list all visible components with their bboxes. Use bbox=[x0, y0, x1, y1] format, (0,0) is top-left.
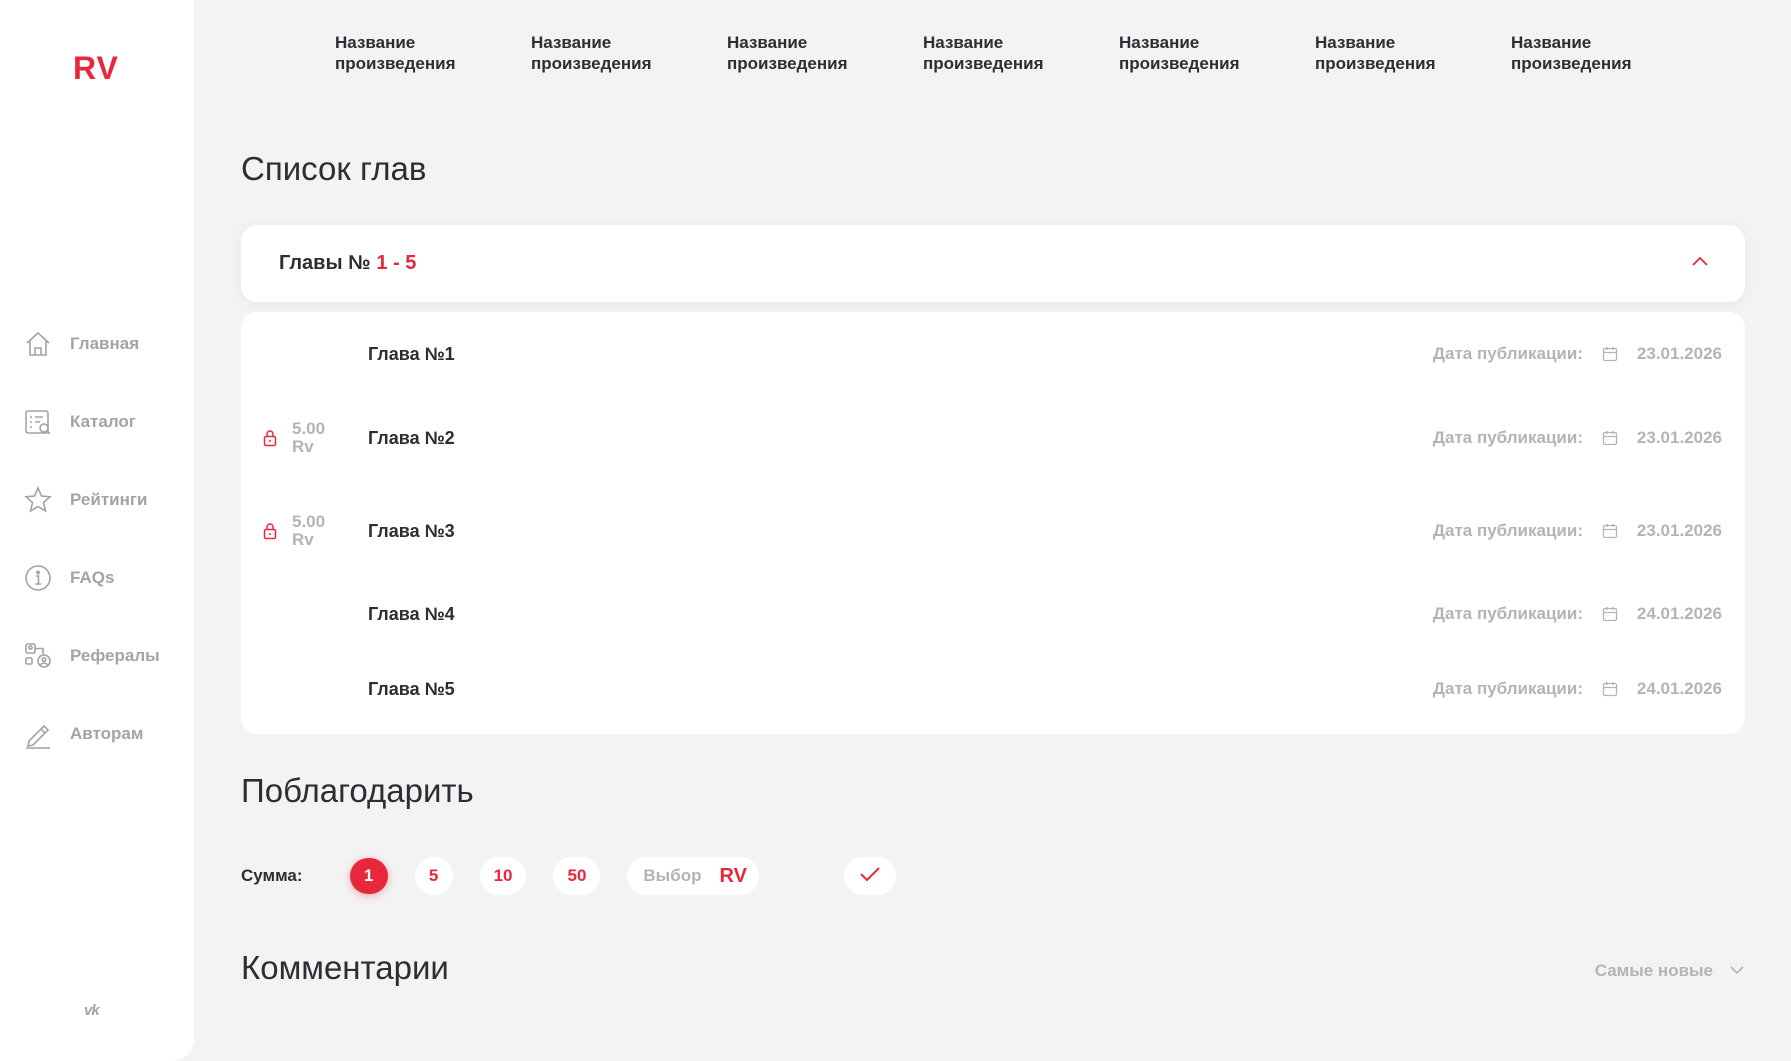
lock-icon bbox=[263, 429, 277, 452]
comments-title: Комментарии bbox=[241, 949, 449, 986]
sidebar-item-label: Рефералы bbox=[70, 646, 160, 665]
custom-amount-placeholder: Выбор bbox=[643, 866, 702, 885]
chapter-row[interactable]: Глава №5 Дата публикации: 24.01.2026 bbox=[241, 669, 1745, 709]
chapter-date: 24.01.2026 bbox=[1636, 679, 1722, 698]
amount-chip-50[interactable]: 50 bbox=[553, 857, 601, 895]
confirm-button[interactable] bbox=[844, 857, 897, 895]
catalog-icon bbox=[22, 406, 54, 438]
chapter-price: 5.00 Rv bbox=[292, 512, 326, 549]
thank-form: Сумма: 1 5 10 50 Выбор RV bbox=[241, 857, 897, 895]
sidebar-item-label: Каталог bbox=[70, 412, 136, 431]
accordion-label: Главы № bbox=[279, 252, 371, 274]
calendar-icon bbox=[1602, 523, 1618, 544]
sidebar-item-faqs[interactable]: FAQs bbox=[22, 560, 160, 596]
chapter-date: 23.01.2026 bbox=[1636, 521, 1722, 540]
sidebar-item-label: Рейтинги bbox=[70, 490, 148, 509]
lock-icon bbox=[263, 522, 277, 545]
sidebar-item-referrals[interactable]: Рефералы bbox=[22, 638, 160, 674]
comments-sort-dropdown[interactable]: Самые новые bbox=[1595, 961, 1745, 981]
chapter-name: Глава №3 bbox=[368, 520, 455, 541]
chapters-accordion-header[interactable]: Главы № 1 - 5 bbox=[241, 225, 1745, 302]
sidebar-item-authors[interactable]: Авторам bbox=[22, 716, 160, 752]
custom-amount-input[interactable]: Выбор RV bbox=[627, 857, 760, 895]
work-title-link[interactable]: Название произведения bbox=[1315, 32, 1511, 74]
sidebar-nav: Главная Каталог Рейтинги FAQs Рефералы А… bbox=[22, 326, 160, 794]
date-label: Дата публикации: bbox=[1432, 604, 1583, 623]
checkmark-icon bbox=[859, 866, 881, 887]
calendar-icon bbox=[1602, 430, 1618, 451]
chapters-title: Список глав bbox=[241, 150, 427, 187]
work-titles-bar: Название произведения Название произведе… bbox=[335, 32, 1707, 74]
thank-title: Поблагодарить bbox=[241, 772, 474, 809]
work-title-link[interactable]: Название произведения bbox=[1511, 32, 1707, 74]
chapter-date: 23.01.2026 bbox=[1636, 344, 1722, 363]
sidebar-item-label: Главная bbox=[70, 334, 140, 353]
date-label: Дата публикации: bbox=[1432, 679, 1583, 698]
sidebar-item-ratings[interactable]: Рейтинги bbox=[22, 482, 160, 518]
chapter-date: 23.01.2026 bbox=[1636, 428, 1722, 447]
chapter-row[interactable]: Глава №4 Дата публикации: 24.01.2026 bbox=[241, 594, 1745, 634]
amount-chip-5[interactable]: 5 bbox=[414, 857, 453, 895]
chapter-row[interactable]: Глава №1 Дата публикации: 23.01.2026 bbox=[241, 334, 1745, 374]
amount-chip-1[interactable]: 1 bbox=[349, 858, 388, 894]
calendar-icon bbox=[1602, 681, 1618, 702]
date-label: Дата публикации: bbox=[1432, 344, 1583, 363]
chapter-price: 5.00 Rv bbox=[292, 419, 326, 456]
pencil-icon bbox=[22, 718, 54, 750]
logo[interactable]: RV bbox=[73, 50, 119, 87]
amount-chip-10[interactable]: 10 bbox=[479, 857, 527, 895]
currency-label: RV bbox=[719, 864, 747, 887]
chevron-up-icon[interactable] bbox=[1691, 254, 1709, 272]
sort-label: Самые новые bbox=[1594, 961, 1713, 980]
work-title-link[interactable]: Название произведения bbox=[1119, 32, 1315, 74]
sidebar: RV Главная Каталог Рейтинги FAQs Реферал… bbox=[0, 0, 194, 1061]
work-title-link[interactable]: Название произведения bbox=[727, 32, 923, 74]
accordion-range: 1 - 5 bbox=[376, 252, 417, 274]
chapter-name: Глава №4 bbox=[368, 603, 455, 624]
work-title-link[interactable]: Название произведения bbox=[923, 32, 1119, 74]
date-label: Дата публикации: bbox=[1432, 521, 1583, 540]
chapter-list: Глава №1 Дата публикации: 23.01.2026 5.0… bbox=[241, 312, 1745, 734]
chapter-name: Глава №5 bbox=[368, 678, 455, 699]
chapter-name: Глава №1 bbox=[368, 343, 455, 364]
chapter-date: 24.01.2026 bbox=[1636, 604, 1722, 623]
referrals-icon bbox=[22, 640, 54, 672]
vk-icon[interactable]: vk bbox=[84, 1002, 100, 1019]
sidebar-item-catalog[interactable]: Каталог bbox=[22, 404, 160, 440]
chapter-row[interactable]: 5.00 Rv Глава №2 Дата публикации: 23.01.2… bbox=[241, 418, 1745, 458]
calendar-icon bbox=[1602, 346, 1618, 367]
home-icon bbox=[22, 328, 54, 360]
chapter-name: Глава №2 bbox=[368, 427, 455, 448]
sidebar-item-label: Авторам bbox=[70, 724, 144, 743]
chevron-down-icon bbox=[1729, 962, 1745, 980]
sidebar-item-label: FAQs bbox=[70, 568, 115, 587]
sidebar-item-home[interactable]: Главная bbox=[22, 326, 160, 362]
work-title-link[interactable]: Название произведения bbox=[335, 32, 531, 74]
info-icon bbox=[22, 562, 54, 594]
work-title-link[interactable]: Название произведения bbox=[531, 32, 727, 74]
date-label: Дата публикации: bbox=[1432, 428, 1583, 447]
chapter-row[interactable]: 5.00 Rv Глава №3 Дата публикации: 23.01.2… bbox=[241, 511, 1745, 551]
calendar-icon bbox=[1602, 606, 1618, 627]
sum-label: Сумма: bbox=[241, 866, 303, 885]
star-icon bbox=[22, 484, 54, 516]
